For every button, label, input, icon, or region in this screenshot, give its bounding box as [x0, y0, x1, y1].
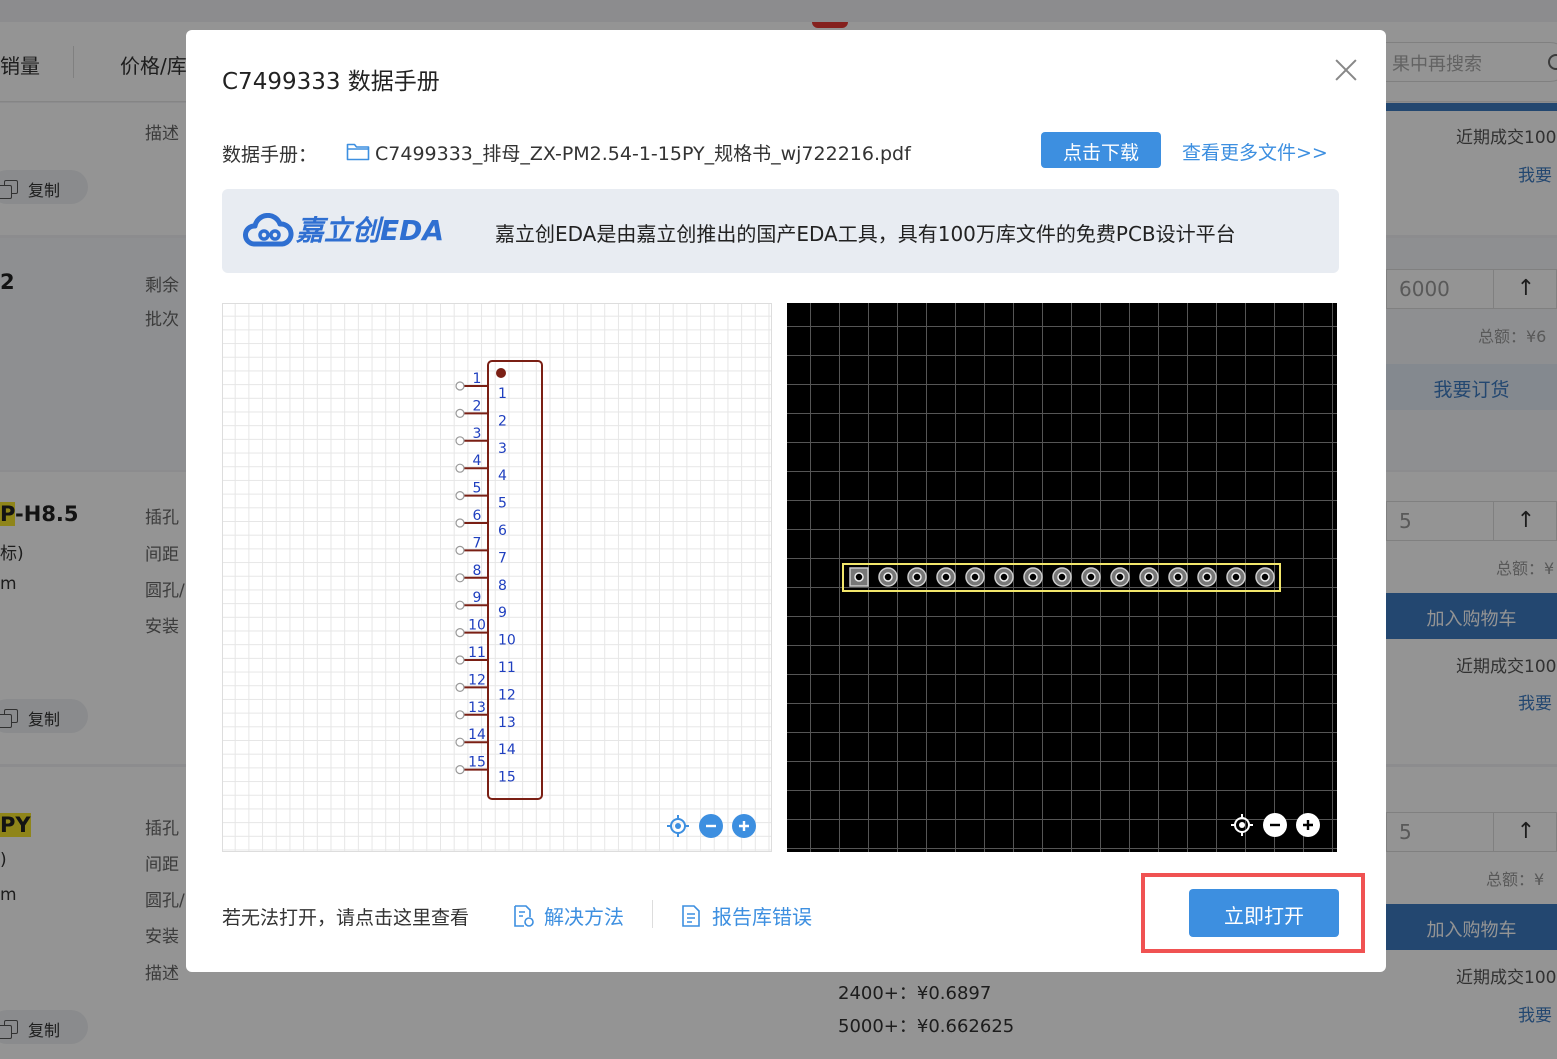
pin-end	[455, 491, 465, 501]
schematic-zoom-controls	[666, 814, 756, 838]
pin-number: 4	[473, 453, 482, 469]
pin-end	[455, 682, 465, 692]
pin-name: 13	[498, 715, 516, 731]
pin-number: 12	[468, 672, 486, 688]
drill-hole	[1231, 572, 1241, 582]
fallback-hint: 若无法打开，请点击这里查看	[222, 907, 470, 929]
pin-number: 14	[468, 727, 486, 743]
pin-end	[455, 408, 465, 419]
pin-end	[455, 737, 465, 747]
pcb-footprint-preview[interactable]	[787, 303, 1337, 852]
drill-hole	[941, 572, 951, 582]
pin-name: 4	[498, 468, 507, 484]
drill-hole	[883, 572, 893, 582]
pin-number: 8	[473, 563, 482, 579]
pin-name: 15	[498, 770, 516, 786]
pin-number: 1	[473, 371, 482, 387]
pin-name: 10	[498, 633, 516, 649]
pin-end	[455, 545, 465, 555]
pin-end	[455, 600, 465, 610]
drill-hole	[1086, 572, 1096, 582]
pin-name: 12	[498, 687, 516, 703]
locate-icon[interactable]	[1230, 813, 1254, 837]
eda-logo-text: 嘉立创EDA	[296, 214, 445, 247]
drill-hole	[1057, 572, 1067, 582]
pin-name: 1	[498, 386, 507, 402]
dialog-title: C7499333 数据手册	[222, 69, 440, 95]
pin-end	[455, 463, 465, 473]
eda-banner[interactable]: 嘉立创EDA 嘉立创EDA是由嘉立创推出的国产EDA工具，具有100万库文件的免…	[222, 189, 1339, 273]
drill-hole	[1115, 572, 1125, 582]
pin-number: 6	[473, 508, 482, 524]
folder-icon	[346, 143, 370, 161]
drill-hole	[970, 572, 980, 582]
drill-hole	[1028, 572, 1038, 582]
pcb-footprint	[842, 563, 1281, 592]
zoom-in-icon[interactable]	[1296, 813, 1320, 837]
pin-end	[455, 655, 465, 665]
datasheet-label: 数据手册：	[222, 144, 318, 166]
drill-hole	[912, 572, 922, 582]
pin-number: 15	[468, 755, 486, 771]
pin-end	[455, 518, 465, 528]
pin-number: 3	[473, 426, 482, 442]
help-doc-icon[interactable]	[511, 904, 535, 928]
pin-number: 5	[473, 481, 482, 497]
drill-hole	[1144, 572, 1154, 582]
more-files-link[interactable]: 查看更多文件>>	[1182, 138, 1328, 165]
footer-divider	[652, 900, 653, 928]
zoom-out-icon[interactable]	[1263, 813, 1287, 837]
locate-icon[interactable]	[666, 814, 690, 838]
datasheet-dialog: C7499333 数据手册 数据手册： C7499333_排母_ZX-PM2.5…	[186, 30, 1386, 972]
pin-end	[455, 710, 465, 720]
pin-number: 11	[468, 645, 486, 661]
report-doc-icon[interactable]	[680, 904, 702, 928]
drill-hole	[1173, 572, 1183, 582]
pin-number: 7	[473, 535, 482, 551]
symbol-body	[487, 360, 543, 800]
download-button[interactable]: 点击下载	[1041, 132, 1161, 168]
schematic-symbol: 1122334455667788991010111112121313141415…	[455, 360, 543, 800]
pin-name: 9	[498, 605, 507, 621]
pin-end	[455, 381, 465, 391]
solution-link[interactable]: 解决方法	[544, 901, 624, 930]
pin-name: 8	[498, 578, 507, 594]
pin-name: 7	[498, 550, 507, 566]
drill-hole	[1260, 572, 1270, 582]
pin-name: 3	[498, 441, 507, 457]
pin-end	[455, 573, 465, 583]
pin-name: 6	[498, 523, 507, 539]
schematic-preview[interactable]: 1 1 2 2 3 3 4 4 5 5 6 6 7 7 8 8 9 9 10 10 11 11 12 12 13 13 14 14 15…	[222, 303, 772, 852]
drill-hole	[999, 572, 1009, 582]
pin-name: 5	[498, 496, 507, 512]
pin1-marker	[496, 368, 506, 378]
close-icon[interactable]	[1334, 58, 1358, 82]
pin-number: 2	[473, 398, 482, 414]
pin-end	[455, 765, 465, 775]
annotation-highlight-box	[1141, 873, 1365, 953]
pin-number: 9	[473, 590, 482, 606]
zoom-out-icon[interactable]	[699, 814, 723, 838]
pcb-zoom-controls	[1230, 813, 1320, 837]
pin-name: 2	[498, 413, 507, 429]
pin-number: 13	[468, 700, 486, 716]
drill-hole	[1202, 572, 1212, 582]
pin-name: 11	[498, 660, 516, 676]
datasheet-filename[interactable]: C7499333_排母_ZX-PM2.54-1-15PY_规格书_wj72221…	[375, 139, 911, 166]
pin-name: 14	[498, 742, 516, 758]
eda-cloud-icon	[243, 213, 294, 247]
banner-description: 嘉立创EDA是由嘉立创推出的国产EDA工具，具有100万库文件的免费PCB设计平…	[495, 222, 1236, 246]
pin-number: 10	[468, 618, 486, 634]
zoom-in-icon[interactable]	[732, 814, 756, 838]
report-error-link[interactable]: 报告库错误	[712, 901, 812, 930]
pin-end	[455, 628, 465, 638]
drill-hole	[854, 572, 864, 582]
pin-end	[455, 436, 465, 446]
